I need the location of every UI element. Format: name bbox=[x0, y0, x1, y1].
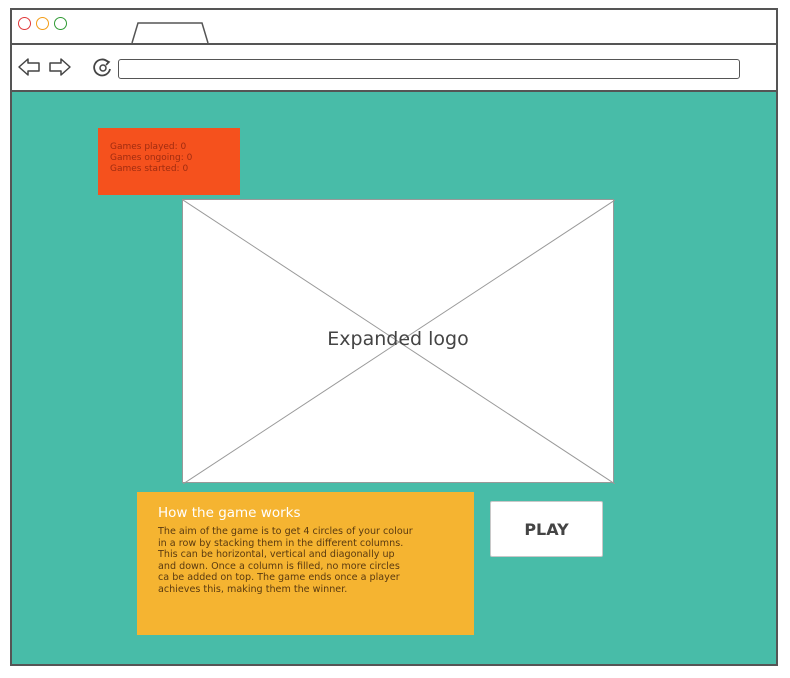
play-button[interactable]: PLAY bbox=[490, 501, 603, 557]
reload-icon[interactable] bbox=[92, 57, 114, 79]
games-started-stat: Games started: 0 bbox=[110, 164, 189, 174]
maximize-dot[interactable] bbox=[54, 17, 67, 30]
howto-description: The aim of the game is to get 4 circles … bbox=[158, 526, 413, 595]
browser-window: Games played: 0 Games ongoing: 0 Games s… bbox=[10, 8, 778, 666]
minimize-dot[interactable] bbox=[36, 17, 49, 30]
howto-title: How the game works bbox=[158, 505, 301, 521]
url-bar[interactable] bbox=[118, 59, 740, 79]
navigation-bar bbox=[12, 45, 776, 92]
games-ongoing-stat: Games ongoing: 0 bbox=[110, 153, 193, 163]
expanded-logo-placeholder: Expanded logo bbox=[182, 199, 615, 484]
title-bar bbox=[12, 10, 776, 45]
forward-arrow-icon[interactable] bbox=[48, 57, 72, 77]
how-the-game-works-box: How the game works The aim of the game i… bbox=[137, 492, 474, 635]
logo-label: Expanded logo bbox=[327, 328, 469, 350]
games-stats-box: Games played: 0 Games ongoing: 0 Games s… bbox=[98, 128, 240, 195]
browser-tab[interactable] bbox=[130, 21, 210, 43]
page-content: Games played: 0 Games ongoing: 0 Games s… bbox=[12, 92, 776, 664]
games-played-stat: Games played: 0 bbox=[110, 142, 187, 152]
back-arrow-icon[interactable] bbox=[17, 57, 41, 77]
close-dot[interactable] bbox=[18, 17, 31, 30]
